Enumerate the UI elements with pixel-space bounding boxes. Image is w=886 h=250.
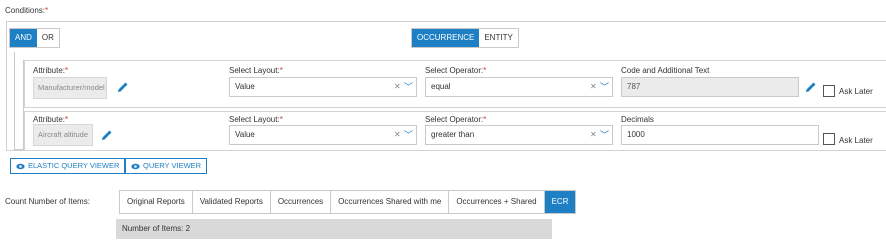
ask-later-checkbox[interactable] xyxy=(823,133,835,145)
operator-label: Select Operator:* xyxy=(425,115,487,124)
operator-select[interactable]: greater than ✕ ﹀ xyxy=(425,125,613,145)
chevron-down-icon[interactable]: ﹀ xyxy=(404,78,413,96)
tree-connector xyxy=(14,52,15,150)
elastic-query-viewer-button[interactable]: ELASTIC QUERY VIEWER xyxy=(10,158,126,174)
decimals-input[interactable]: 1000 xyxy=(621,125,819,145)
pencil-icon[interactable] xyxy=(117,81,129,93)
and-button[interactable]: AND xyxy=(10,29,37,47)
decimals-label: Decimals xyxy=(621,115,654,124)
clear-icon[interactable]: ✕ xyxy=(590,126,597,144)
tab-validated-reports[interactable]: Validated Reports xyxy=(192,191,271,213)
type-toggle: OCCURRENCE ENTITY xyxy=(411,28,519,48)
pencil-icon[interactable] xyxy=(805,81,817,93)
code-additional-text-input[interactable]: 787 xyxy=(621,77,799,97)
chevron-down-icon[interactable]: ﹀ xyxy=(600,78,609,96)
tab-occurrences[interactable]: Occurrences xyxy=(270,191,332,213)
entity-button[interactable]: ENTITY xyxy=(479,29,518,47)
layout-label: Select Layout:* xyxy=(229,115,283,124)
pencil-icon[interactable] xyxy=(101,129,113,141)
attribute-field[interactable]: Aircraft altitude xyxy=(33,124,93,146)
logic-toggle: AND OR xyxy=(9,28,60,48)
conditions-label: Conditions:* xyxy=(5,6,49,15)
query-viewer-button[interactable]: QUERY VIEWER xyxy=(125,158,208,174)
clear-icon[interactable]: ✕ xyxy=(590,78,597,96)
tab-occurrences-plus-shared[interactable]: Occurrences + Shared xyxy=(449,191,545,213)
or-button[interactable]: OR xyxy=(36,29,59,47)
occurrence-button[interactable]: OCCURRENCE xyxy=(412,29,480,47)
count-label: Count Number of Items: xyxy=(5,197,90,206)
items-count-summary: Number of Items: 2 xyxy=(116,219,552,239)
layout-select[interactable]: Value ✕ ﹀ xyxy=(229,125,417,145)
layout-select[interactable]: Value ✕ ﹀ xyxy=(229,77,417,97)
attribute-label: Attribute:* xyxy=(33,66,69,75)
tab-ecr[interactable]: ECR xyxy=(544,191,576,213)
eye-icon xyxy=(131,163,140,169)
count-tabs: Original Reports Validated Reports Occur… xyxy=(119,190,577,214)
chevron-down-icon[interactable]: ﹀ xyxy=(600,126,609,144)
eye-icon xyxy=(16,163,25,169)
operator-select[interactable]: equal ✕ ﹀ xyxy=(425,77,613,97)
tab-occurrences-shared-with-me[interactable]: Occurrences Shared with me xyxy=(331,191,450,213)
ask-later-checkbox[interactable] xyxy=(823,85,835,97)
ask-later-label: Ask Later xyxy=(839,136,873,145)
attribute-label: Attribute:* xyxy=(33,115,69,124)
ask-later-label: Ask Later xyxy=(839,87,873,96)
operator-label: Select Operator:* xyxy=(425,66,487,75)
layout-label: Select Layout:* xyxy=(229,66,283,75)
clear-icon[interactable]: ✕ xyxy=(394,126,401,144)
chevron-down-icon[interactable]: ﹀ xyxy=(404,126,413,144)
tab-original-reports[interactable]: Original Reports xyxy=(120,191,193,213)
clear-icon[interactable]: ✕ xyxy=(394,78,401,96)
code-additional-text-label: Code and Additional Text xyxy=(621,66,710,75)
attribute-field[interactable]: Manufacturer/model xyxy=(33,77,107,99)
